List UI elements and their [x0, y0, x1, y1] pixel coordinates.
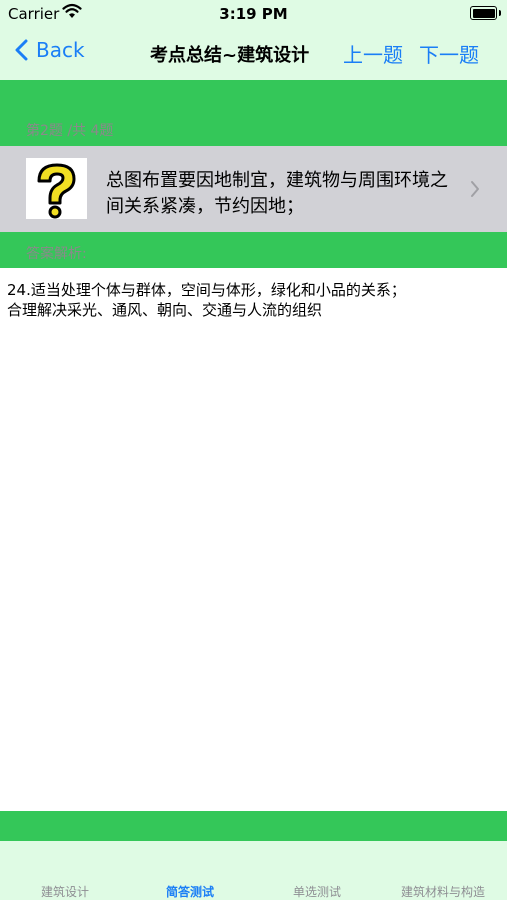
- answer-header: 答案解析:: [0, 232, 507, 268]
- navigation-bar: Back 考点总结~建筑设计 上一题 下一题: [0, 30, 507, 80]
- tab-building-materials[interactable]: 建筑材料与构造: [388, 883, 498, 900]
- page-title: 考点总结~建筑设计: [150, 45, 310, 66]
- previous-question-button[interactable]: 上一题: [343, 39, 403, 68]
- footer-strip: [0, 811, 507, 841]
- back-label: Back: [36, 38, 85, 62]
- battery-icon: [470, 6, 501, 20]
- status-bar: Carrier 3:19 PM: [0, 0, 507, 30]
- next-question-button[interactable]: 下一题: [419, 39, 479, 68]
- tab-single-choice-test[interactable]: 单选测试: [262, 883, 372, 900]
- tab-architectural-design[interactable]: 建筑设计: [10, 883, 120, 900]
- question-mark-icon: [26, 158, 87, 219]
- tab-short-answer-test[interactable]: 简答测试: [135, 883, 245, 900]
- question-counter: 第2题 /共 4题: [26, 123, 114, 139]
- answer-label: 答案解析:: [26, 246, 87, 262]
- back-button[interactable]: Back: [14, 38, 85, 62]
- tab-bar: 建筑设计 简答测试 单选测试 建筑材料与构造: [0, 841, 507, 900]
- answer-text: 24.适当处理个体与群体，空间与体形，绿化和小品的关系； 合理解决采光、通风、朝…: [7, 281, 406, 319]
- question-cell[interactable]: 总图布置要因地制宜，建筑物与周围环境之间关系紧凑，节约因地；: [0, 146, 507, 232]
- chevron-right-icon: [471, 181, 479, 197]
- question-text: 总图布置要因地制宜，建筑物与周围环境之间关系紧凑，节约因地；: [106, 170, 448, 217]
- chevron-left-icon: [15, 39, 28, 61]
- clock: 3:19 PM: [219, 5, 288, 23]
